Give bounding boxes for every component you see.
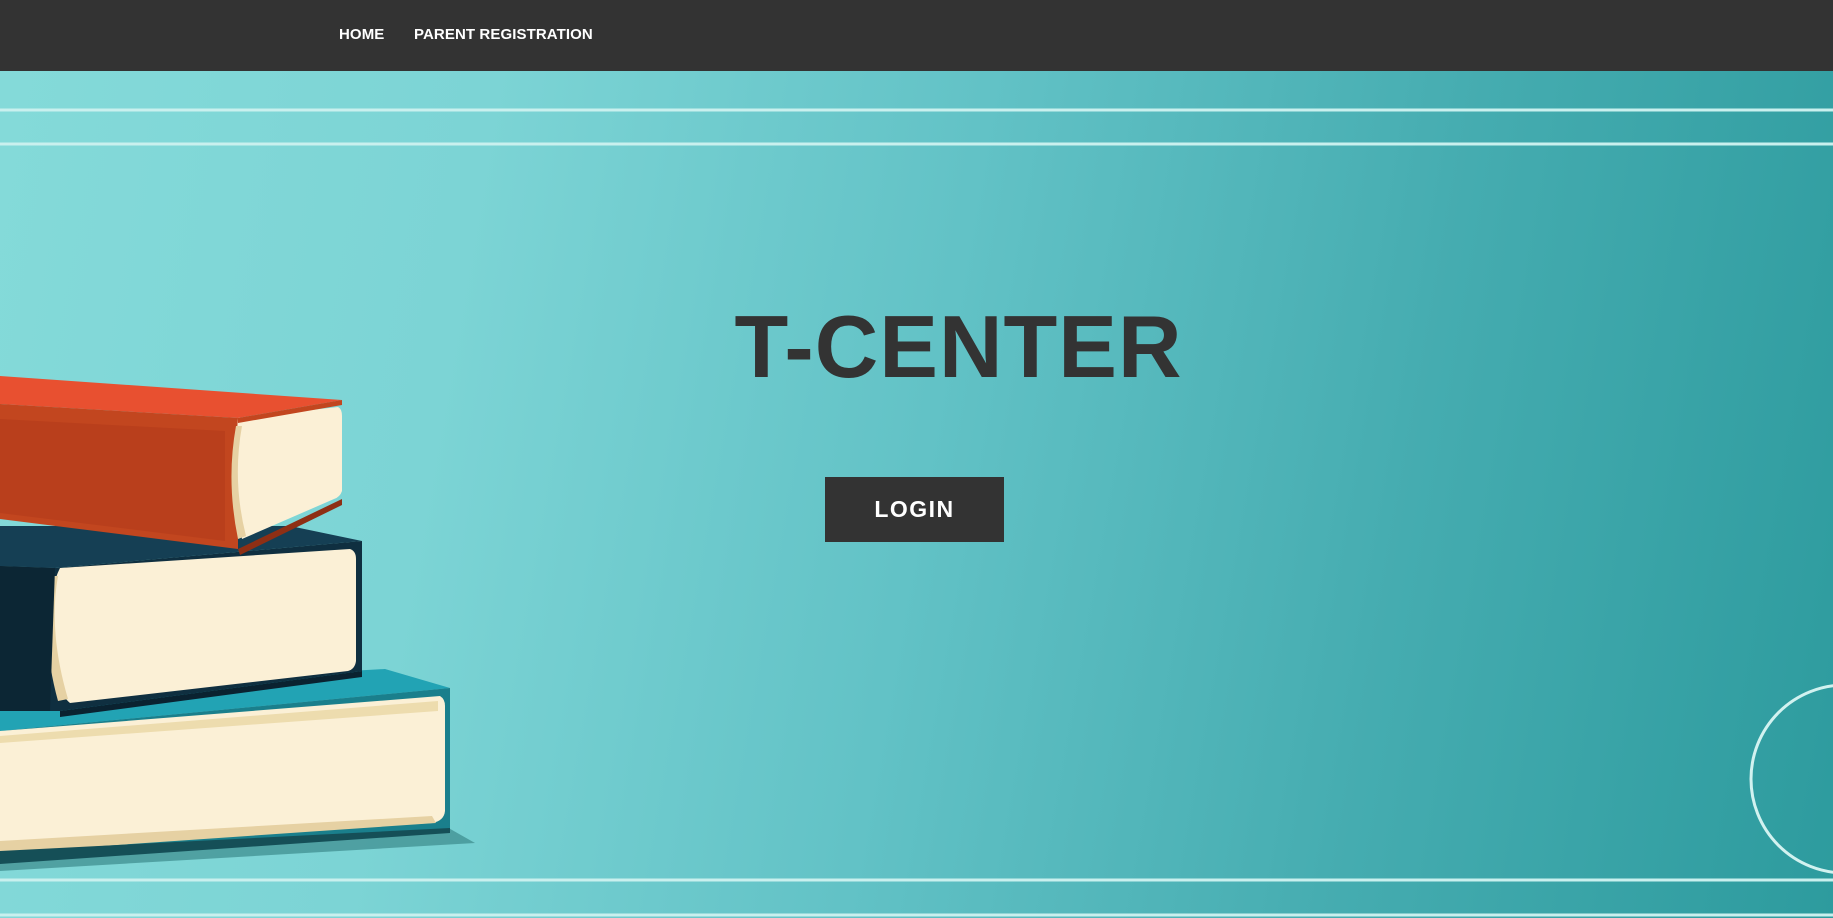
login-button[interactable]: LOGIN: [825, 477, 1004, 542]
decorative-circle: [1749, 684, 1833, 874]
page-title: T-CENTER: [734, 297, 1183, 396]
nav-parent-registration-link[interactable]: PARENT REGISTRATION: [414, 26, 593, 43]
top-navbar: HOME PARENT REGISTRATION: [0, 0, 1833, 71]
hero-banner: T-CENTER LOGIN: [0, 71, 1833, 918]
nav-home-link[interactable]: HOME: [339, 26, 384, 43]
books-illustration: [0, 376, 475, 871]
page: HOME PARENT REGISTRATION T-CENTER LOGIN: [0, 0, 1833, 918]
